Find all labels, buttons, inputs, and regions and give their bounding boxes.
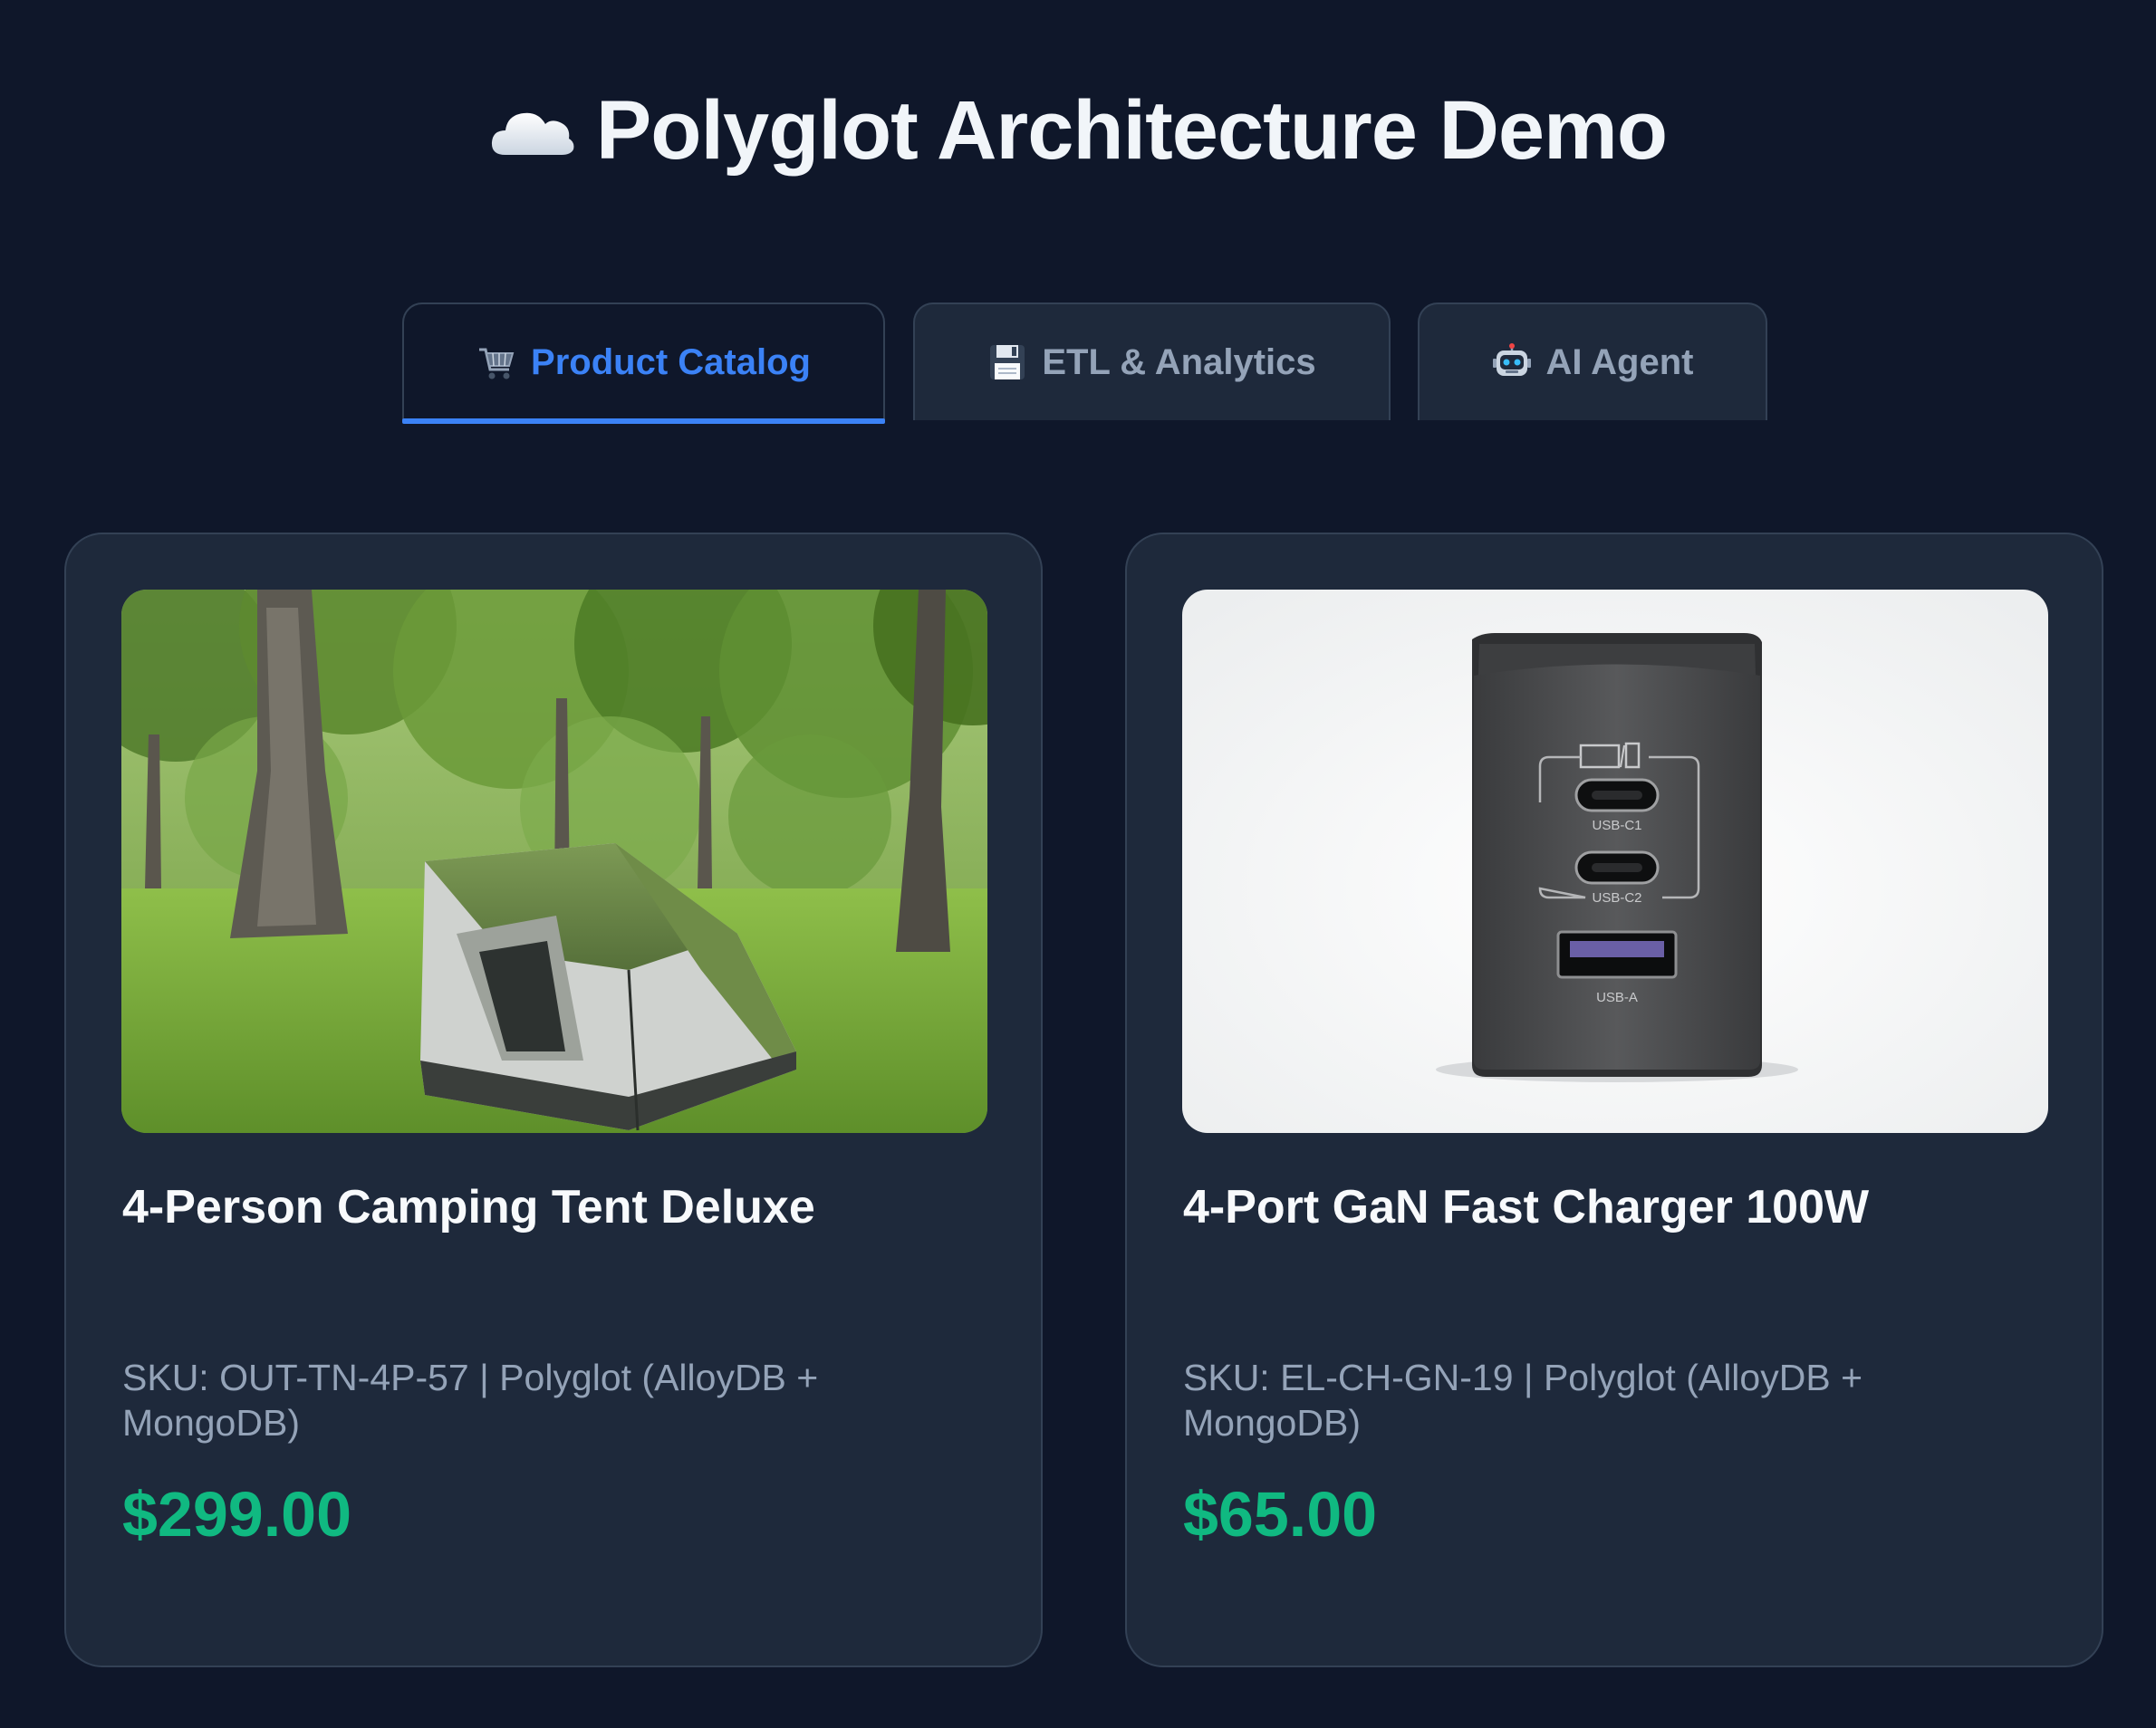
product-meta: SKU: EL-CH-GN-19 | Polyglot (AlloyDB + M… [1183, 1357, 1863, 1445]
floppy-disk-icon [987, 342, 1027, 382]
tab-product-catalog-label: Product Catalog [531, 341, 811, 382]
app-root: Polyglot Architecture Demo Product Catal… [0, 0, 2156, 1728]
usb-c1-label: USB-C1 [1592, 818, 1641, 833]
product-card[interactable]: USB-C1 USB-C2 USB-A 4-Port GaN Fast Char… [1125, 533, 2103, 1667]
product-price: $299.00 [122, 1479, 352, 1550]
page-title: Polyglot Architecture Demo [595, 84, 1668, 177]
tab-etl-analytics-label: ETL & Analytics [1042, 341, 1316, 382]
product-card[interactable]: 4-Person Camping Tent Deluxe SKU: OUT-TN… [64, 533, 1043, 1667]
usb-a-label: USB-A [1596, 990, 1638, 1005]
cloud-icon [489, 102, 576, 160]
product-price: $65.00 [1183, 1479, 1378, 1550]
robot-icon [1492, 342, 1532, 382]
tab-ai-agent-label: AI Agent [1545, 341, 1694, 382]
usb-c2-label: USB-C2 [1592, 890, 1641, 906]
tab-etl-analytics[interactable]: ETL & Analytics [913, 302, 1391, 420]
camping-tent-photo[interactable] [121, 590, 987, 1133]
shopping-cart-icon [476, 342, 516, 382]
tab-product-catalog[interactable]: Product Catalog [402, 302, 885, 424]
product-meta: SKU: OUT-TN-4P-57 | Polyglot (AlloyDB + … [122, 1357, 819, 1445]
tab-bar: Product Catalog ETL & Analytics AI Agent [0, 302, 2156, 424]
product-name[interactable]: 4-Port GaN Fast Charger 100W [1183, 1179, 2053, 1235]
tab-ai-agent[interactable]: AI Agent [1418, 302, 1767, 420]
page-header: Polyglot Architecture Demo [0, 83, 2156, 178]
usb-charger-photo[interactable]: USB-C1 USB-C2 USB-A [1182, 590, 2048, 1133]
product-name[interactable]: 4-Person Camping Tent Deluxe [122, 1179, 992, 1235]
